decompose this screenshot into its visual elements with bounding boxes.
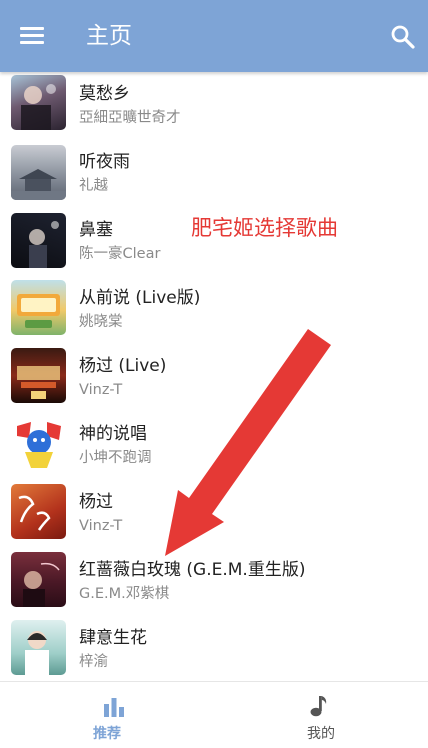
song-title: 从前说 (Live版) <box>79 288 201 308</box>
song-artist: 礼越 <box>79 178 108 194</box>
song-title: 肆意生花 <box>79 628 147 648</box>
menu-icon[interactable] <box>20 27 44 45</box>
song-row[interactable]: 莫愁乡 亞細亞曠世奇才 <box>0 72 428 140</box>
song-artist: 梓渝 <box>79 654 108 670</box>
app-bar: 主页 <box>0 0 428 72</box>
song-artist: 亞細亞曠世奇才 <box>79 110 181 126</box>
tab-mine[interactable]: 我的 <box>214 682 428 748</box>
bar-chart-icon <box>104 698 124 717</box>
song-artist: Vinz-T <box>79 518 123 534</box>
song-row[interactable]: 从前说 (Live版) 姚晓棠 <box>0 277 428 345</box>
song-title: 杨过 (Live) <box>79 356 167 376</box>
album-cover <box>11 75 66 130</box>
song-title: 鼻塞 <box>79 220 113 240</box>
song-row[interactable]: 神的说唱 小坤不跑调 <box>0 413 428 481</box>
page-title: 主页 <box>86 23 132 49</box>
album-cover <box>11 348 66 403</box>
search-icon[interactable] <box>390 24 416 50</box>
song-title: 神的说唱 <box>79 424 147 444</box>
song-row[interactable]: 红蔷薇白玫瑰 (G.E.M.重生版) G.E.M.邓紫棋 <box>0 549 428 617</box>
bottom-navigation: 推荐 我的 <box>0 681 428 748</box>
song-artist: G.E.M.邓紫棋 <box>79 586 170 602</box>
annotation-text: 肥宅姬选择歌曲 <box>191 216 338 240</box>
song-list: 莫愁乡 亞細亞曠世奇才 听夜雨 礼越 鼻塞 陈一豪Clear 从前说 (Live… <box>0 72 428 680</box>
album-cover <box>11 213 66 268</box>
album-cover <box>11 280 66 335</box>
album-cover <box>11 620 66 675</box>
song-row[interactable]: 肆意生花 梓渝 <box>0 617 428 680</box>
tab-recommend[interactable]: 推荐 <box>0 682 214 748</box>
song-artist: 小坤不跑调 <box>79 450 152 466</box>
song-artist: Vinz-T <box>79 382 123 398</box>
album-cover <box>11 416 66 471</box>
song-artist: 陈一豪Clear <box>79 246 161 262</box>
song-title: 莫愁乡 <box>79 84 130 104</box>
song-title: 杨过 <box>79 492 113 512</box>
music-note-icon <box>310 696 327 717</box>
song-artist: 姚晓棠 <box>79 314 123 330</box>
tab-label: 我的 <box>307 726 335 742</box>
tab-label: 推荐 <box>93 726 121 742</box>
song-row[interactable]: 杨过 (Live) Vinz-T <box>0 345 428 413</box>
album-cover <box>11 484 66 539</box>
song-row[interactable]: 杨过 Vinz-T <box>0 481 428 549</box>
song-row[interactable]: 听夜雨 礼越 <box>0 140 428 208</box>
song-title: 红蔷薇白玫瑰 (G.E.M.重生版) <box>79 560 306 580</box>
album-cover <box>11 145 66 200</box>
album-cover <box>11 552 66 607</box>
song-title: 听夜雨 <box>79 152 130 172</box>
